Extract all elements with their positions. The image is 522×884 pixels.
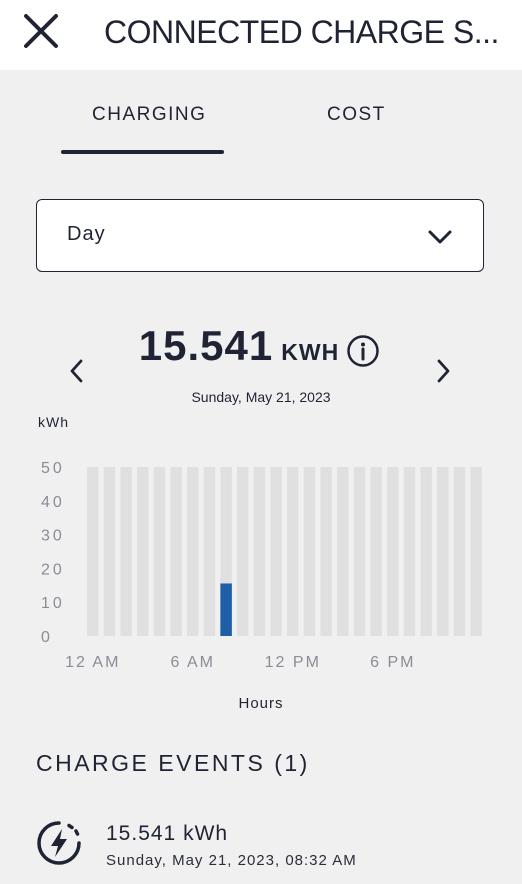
hourly-energy-chart: kWh 50 40 30 20 10 0 12 AM 6 AM 12 PM 6 PM Hours (38, 414, 482, 712)
bar-background (87, 467, 99, 636)
charge-event-energy: 15.541 kWh (106, 822, 229, 845)
charge-events-heading: CHARGE EVENTS (1) (36, 750, 310, 776)
y-tick-label: 50 (41, 460, 65, 477)
page-title: CONNECTED CHARGE S... (104, 14, 499, 50)
summary-date: Sunday, May 21, 2023 (191, 389, 331, 405)
next-day-icon[interactable] (432, 356, 454, 386)
bar-background (270, 467, 282, 636)
x-tick-label: 12 PM (265, 654, 321, 671)
bar-background (187, 467, 199, 636)
total-energy-value: 15.541 (138, 322, 274, 369)
bar-background (420, 467, 432, 636)
y-tick-label: 0 (41, 629, 53, 646)
x-tick-label: 6 PM (370, 654, 415, 671)
x-tick-label: 12 AM (65, 654, 120, 671)
x-tick-label: 6 AM (171, 654, 215, 671)
bar-background (287, 467, 299, 636)
total-energy-unit: KWH (281, 339, 340, 365)
y-axis-label: kWh (38, 414, 69, 430)
tab-bar: CHARGING COST (0, 70, 522, 160)
bar-background (387, 467, 399, 636)
y-tick-label: 10 (41, 595, 65, 612)
bar-background (470, 467, 482, 636)
bar-background (120, 467, 132, 636)
bar-background (337, 467, 349, 636)
y-tick-label: 30 (41, 528, 65, 545)
bar-background (303, 467, 316, 636)
bar-background (203, 467, 216, 636)
bar-background (170, 467, 182, 636)
chevron-down-icon (428, 230, 452, 244)
bar-background (253, 467, 266, 636)
bar-background (237, 467, 249, 636)
tab-charging[interactable]: CHARGING (92, 104, 206, 126)
bar-background (403, 467, 416, 636)
bar-background (320, 467, 332, 636)
bar-background (103, 467, 116, 636)
info-icon[interactable] (346, 334, 380, 368)
bar-background (370, 467, 382, 636)
y-tick-label: 20 (41, 561, 65, 578)
active-tab-indicator (61, 150, 224, 154)
charging-bolt-icon (37, 821, 81, 865)
bar-background (437, 467, 449, 636)
bar-background (137, 467, 149, 636)
period-dropdown[interactable]: Day (36, 199, 484, 272)
bar-background (353, 467, 366, 636)
tab-cost[interactable]: COST (327, 104, 386, 126)
bar-value (220, 583, 232, 636)
period-selected-value: Day (67, 223, 106, 245)
x-axis-label: Hours (238, 695, 283, 712)
charge-event-date: Sunday, May 21, 2023, 08:32 AM (106, 852, 357, 869)
bar-background (153, 467, 166, 636)
bar-background (453, 467, 466, 636)
app-header: CONNECTED CHARGE S... (0, 0, 522, 70)
y-tick-label: 40 (41, 494, 65, 511)
close-icon[interactable] (22, 12, 60, 50)
